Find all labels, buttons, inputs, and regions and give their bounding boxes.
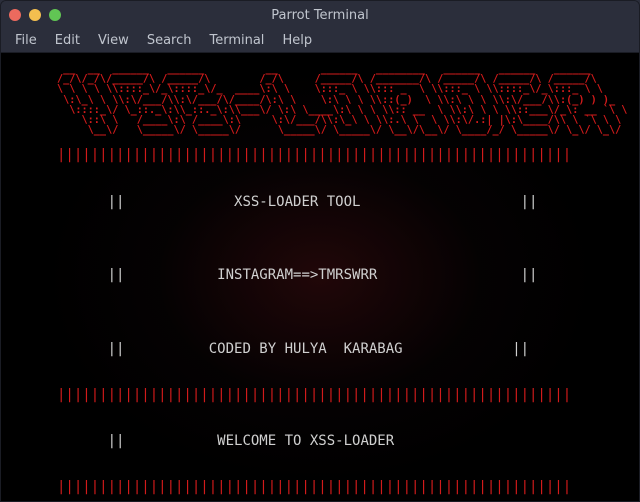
row-right-bar: || <box>521 194 538 210</box>
row-left-bar: || <box>108 194 125 210</box>
menu-terminal[interactable]: Terminal <box>201 31 272 50</box>
info-instagram: INSTAGRAM==>TMRSWRR <box>217 267 377 283</box>
menu-edit[interactable]: Edit <box>47 31 88 50</box>
maximize-icon[interactable] <box>49 9 61 21</box>
divider-top: ||||||||||||||||||||||||||||||||||||||||… <box>57 146 623 165</box>
menu-file[interactable]: File <box>7 31 45 50</box>
close-icon[interactable] <box>9 9 21 21</box>
row-right-bar: || <box>521 267 538 283</box>
info-row-welcome: || WELCOME TO XSS-LOADER <box>57 405 623 479</box>
menu-help[interactable]: Help <box>274 31 320 50</box>
info-row-tool: || XSS-LOADER TOOL || <box>57 165 623 239</box>
divider-mid: ||||||||||||||||||||||||||||||||||||||||… <box>57 386 623 405</box>
menu-view[interactable]: View <box>90 31 137 50</box>
row-left-bar: || <box>108 341 125 357</box>
divider-bottom: ||||||||||||||||||||||||||||||||||||||||… <box>57 478 623 497</box>
ascii-logo: __ __ ______ ______ __ ______ ________ _… <box>57 65 623 136</box>
row-right-bar: || <box>512 341 529 357</box>
info-row-author: || CODED BY HULYA KARABAG || <box>57 312 623 386</box>
info-author: CODED BY HULYA KARABAG <box>209 341 403 357</box>
row-left-bar: || <box>108 433 125 449</box>
terminal-window: Parrot Terminal File Edit View Search Te… <box>0 0 640 502</box>
window-title: Parrot Terminal <box>271 8 369 23</box>
info-tool-name: XSS-LOADER TOOL <box>234 194 360 210</box>
window-controls <box>9 9 61 21</box>
info-welcome: WELCOME TO XSS-LOADER <box>217 433 394 449</box>
menu-search[interactable]: Search <box>139 31 200 50</box>
minimize-icon[interactable] <box>29 9 41 21</box>
info-row-instagram: || INSTAGRAM==>TMRSWRR || <box>57 239 623 313</box>
row-left-bar: || <box>108 267 125 283</box>
titlebar: Parrot Terminal <box>1 1 639 29</box>
menubar: File Edit View Search Terminal Help <box>1 29 639 53</box>
terminal-output[interactable]: __ __ ______ ______ __ ______ ________ _… <box>1 53 639 501</box>
